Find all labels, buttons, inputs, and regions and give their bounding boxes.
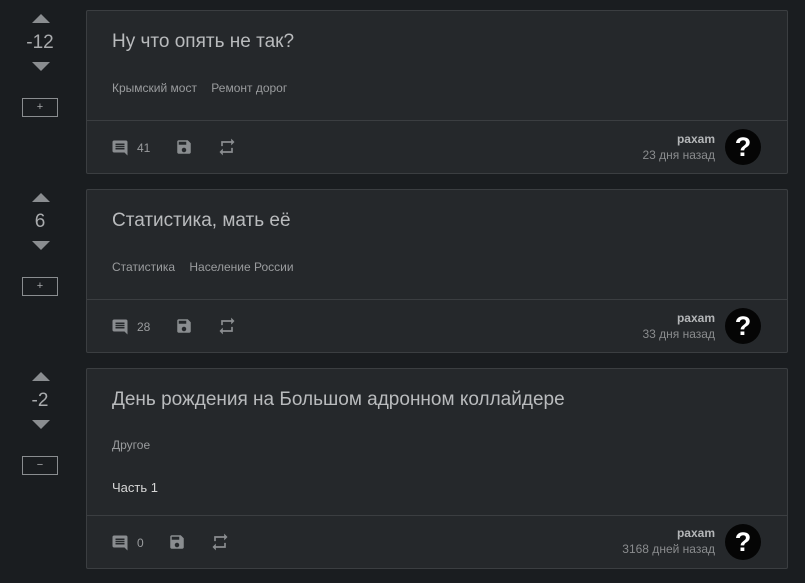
post-score: 6 [34, 211, 46, 232]
tag[interactable]: Статистика [112, 260, 175, 274]
upvote-arrow-icon[interactable] [32, 372, 50, 381]
upvote-arrow-icon[interactable] [32, 14, 50, 23]
expand-button[interactable]: + [22, 98, 58, 117]
expand-button[interactable]: + [22, 277, 58, 296]
downvote-arrow-icon[interactable] [32, 420, 50, 429]
comment-count: 28 [137, 320, 151, 334]
post-tags: Крымский мост Ремонт дорог [112, 81, 298, 95]
upvote-arrow-icon[interactable] [32, 193, 50, 202]
save-icon[interactable] [175, 317, 193, 335]
tag[interactable]: Население России [189, 260, 293, 274]
repost-icon[interactable] [217, 137, 237, 157]
divider [87, 515, 787, 516]
comment-icon[interactable] [111, 139, 129, 157]
collapse-button[interactable]: − [22, 456, 58, 475]
avatar-icon[interactable]: ? [725, 308, 761, 344]
post-body: Часть 1 [112, 480, 158, 495]
post-title[interactable]: Статистика, мать её [112, 210, 291, 232]
post-card: Ну что опять не так? Крымский мост Ремон… [86, 10, 788, 174]
post-title[interactable]: День рождения на Большом адронном коллай… [112, 389, 565, 411]
downvote-arrow-icon[interactable] [32, 241, 50, 250]
post-score: -12 [26, 32, 54, 53]
author-name[interactable]: paxam [677, 311, 715, 325]
post-card: Статистика, мать её Статистика Население… [86, 189, 788, 353]
author-name[interactable]: paxam [677, 132, 715, 146]
post-tags: Статистика Население России [112, 260, 305, 274]
repost-icon[interactable] [210, 532, 230, 552]
downvote-arrow-icon[interactable] [32, 62, 50, 71]
tag[interactable]: Другое [112, 438, 150, 452]
post-card: День рождения на Большом адронном коллай… [86, 368, 788, 569]
post-time: 23 дня назад [642, 148, 716, 162]
comment-icon[interactable] [111, 318, 129, 336]
post-score: -2 [31, 390, 49, 411]
save-icon[interactable] [168, 533, 186, 551]
author-name[interactable]: paxam [677, 526, 715, 540]
tag[interactable]: Ремонт дорог [211, 81, 287, 95]
divider [87, 120, 787, 121]
comment-count: 41 [137, 141, 151, 155]
repost-icon[interactable] [217, 316, 237, 336]
comment-icon[interactable] [111, 534, 129, 552]
post-title[interactable]: Ну что опять не так? [112, 31, 294, 53]
divider [87, 299, 787, 300]
post-time: 3168 дней назад [622, 542, 715, 556]
post-tags: Другое [112, 438, 161, 452]
comment-count: 0 [137, 536, 144, 550]
save-icon[interactable] [175, 138, 193, 156]
tag[interactable]: Крымский мост [112, 81, 197, 95]
avatar-icon[interactable]: ? [725, 129, 761, 165]
post-time: 33 дня назад [642, 327, 716, 341]
avatar-icon[interactable]: ? [725, 524, 761, 560]
